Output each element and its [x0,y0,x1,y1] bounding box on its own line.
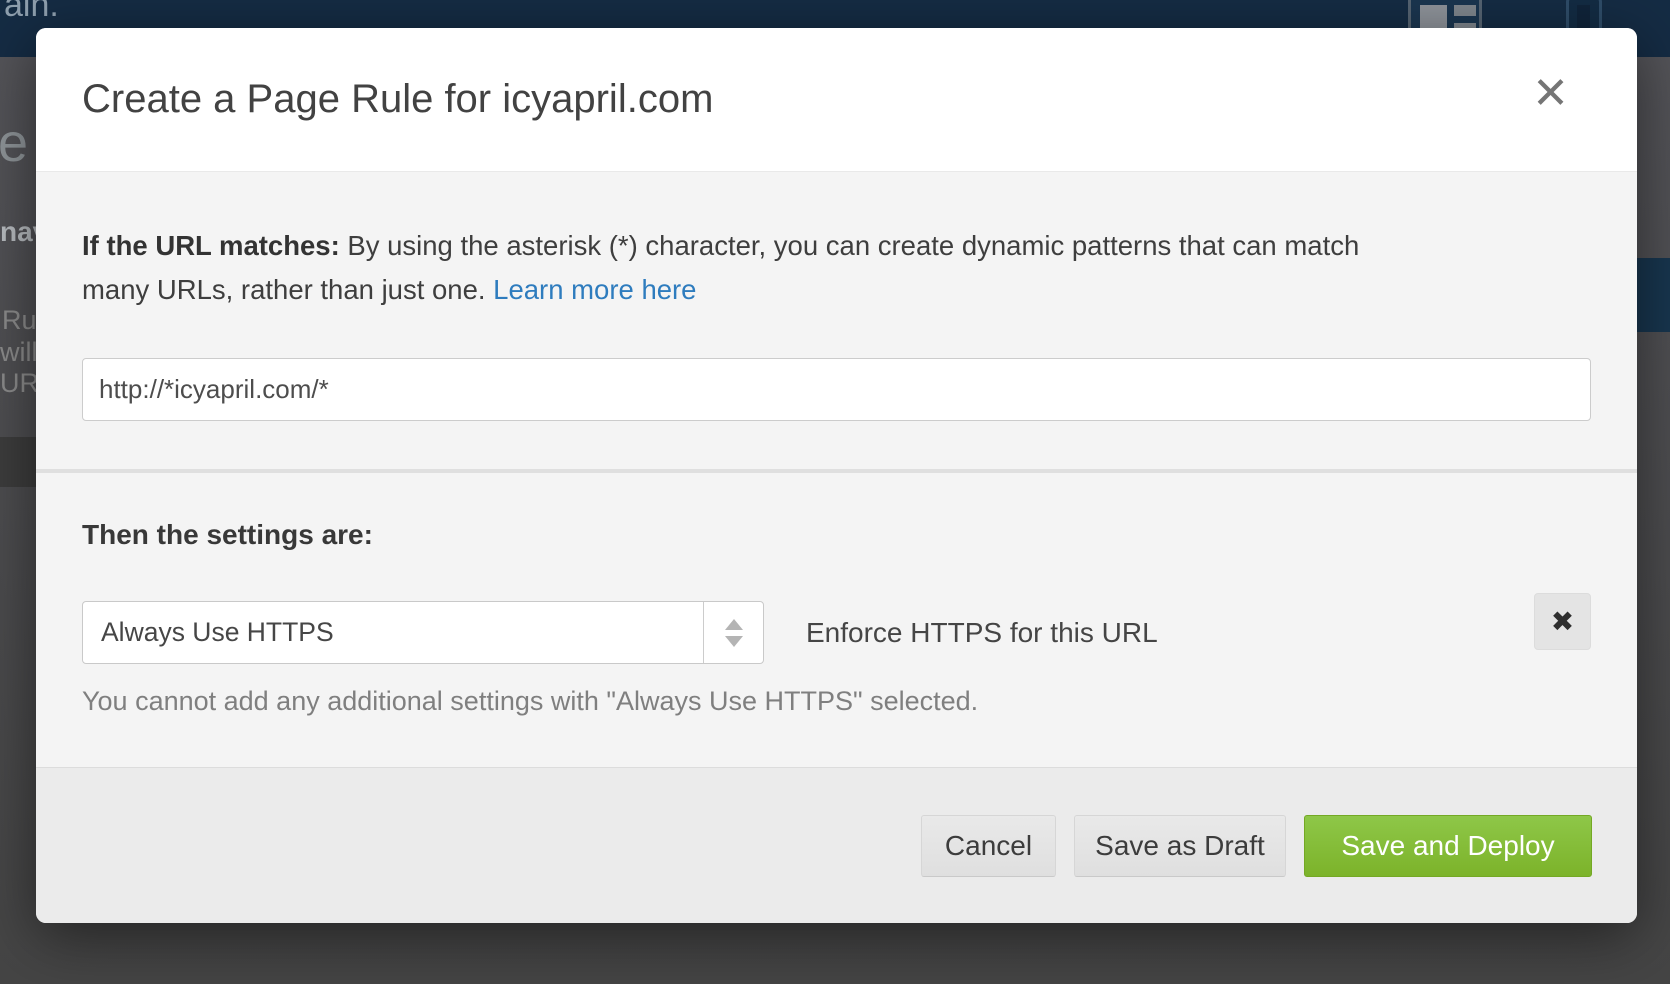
chevron-down-icon [725,636,743,647]
close-icon[interactable]: ✕ [1532,72,1569,116]
background-text-fragment: e [0,112,28,174]
screen: ain. e nav Ru will UR Create a Page Rule… [0,0,1670,984]
cancel-button[interactable]: Cancel [921,815,1056,877]
url-match-text-line1: By using the asterisk (*) character, you… [347,230,1359,261]
setting-description: Enforce HTTPS for this URL [806,617,1158,649]
modal-footer: Cancel Save as Draft Save and Deploy [36,767,1637,923]
setting-note: You cannot add any additional settings w… [82,686,1591,717]
background-text-fragment: will [0,337,38,368]
remove-x-icon: ✖ [1551,605,1574,638]
save-as-draft-button[interactable]: Save as Draft [1074,815,1286,877]
settings-heading: Then the settings are: [82,519,1591,551]
setting-select-value: Always Use HTTPS [83,602,763,663]
settings-section: Then the settings are: Always Use HTTPS … [36,473,1637,767]
create-page-rule-modal: Create a Page Rule for icyapril.com ✕ If… [36,28,1637,923]
url-match-section: If the URL matches: By using the asteris… [36,172,1637,469]
modal-header: Create a Page Rule for icyapril.com ✕ [36,28,1637,172]
url-match-label: If the URL matches: [82,230,340,261]
save-and-deploy-button[interactable]: Save and Deploy [1304,815,1592,877]
background-text-fragment: UR [0,368,39,399]
setting-row: Always Use HTTPS Enforce HTTPS for this … [82,601,1591,664]
chevron-up-icon [725,619,743,630]
background-text-fragment: Ru [2,305,37,336]
url-match-text-line2: many URLs, rather than just one. [82,274,486,305]
grid-view-icon-bar [1454,5,1476,16]
url-pattern-input[interactable] [82,358,1591,421]
setting-select[interactable]: Always Use HTTPS [82,601,764,664]
remove-setting-button[interactable]: ✖ [1534,593,1591,650]
page-title: Create a Page Rule for icyapril.com [82,77,713,122]
background-domain-text: ain. [4,0,59,25]
learn-more-link[interactable]: Learn more here [493,274,696,305]
select-stepper-icon[interactable] [703,602,763,663]
url-match-description: If the URL matches: By using the asteris… [82,224,1591,312]
